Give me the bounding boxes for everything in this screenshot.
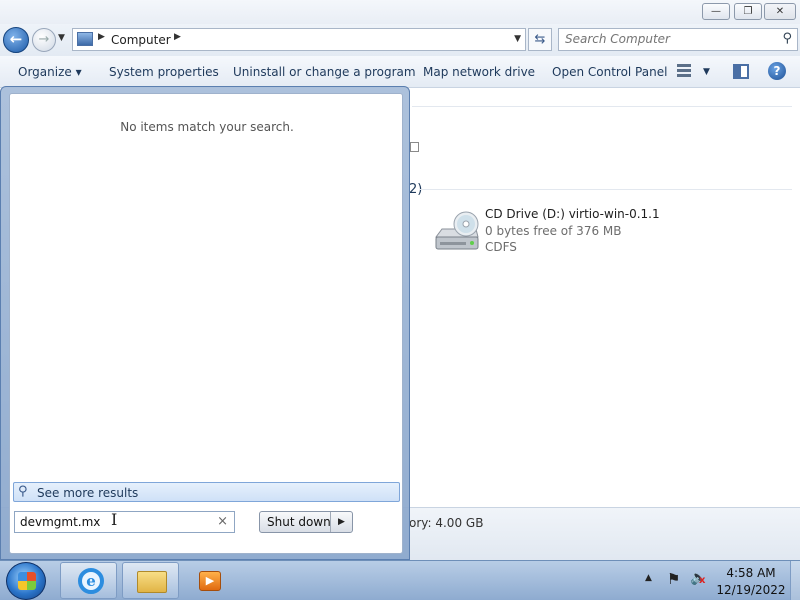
taskbar: e ▶ ▲ ⚑ 🔈 x 4:58 AM 12/19/2022 <box>0 560 800 600</box>
address-dropdown-icon[interactable]: ▼ <box>514 34 521 44</box>
taskbar-windows-explorer[interactable] <box>122 562 179 599</box>
shutdown-options-arrow[interactable]: ▶ <box>330 512 352 532</box>
group-checkbox[interactable] <box>410 142 419 152</box>
memory-info: ory: 4.00 GB <box>409 516 484 530</box>
group-divider <box>420 189 792 190</box>
recent-pages-dropdown[interactable]: ▼ <box>58 33 65 43</box>
address-bar[interactable]: ▶ Computer ▶ ▼ <box>72 28 526 51</box>
clock-time[interactable]: 4:58 AM <box>720 566 782 580</box>
uninstall-program-button[interactable]: Uninstall or change a program <box>233 65 416 79</box>
back-button[interactable]: ← <box>3 27 29 53</box>
forward-button[interactable]: → <box>32 28 56 52</box>
help-icon[interactable]: ? <box>768 62 786 80</box>
taskbar-internet-explorer[interactable]: e <box>60 562 117 599</box>
computer-icon <box>77 32 93 46</box>
show-desktop-button[interactable] <box>790 561 800 600</box>
shutdown-label: Shut down <box>267 515 331 529</box>
show-hidden-icons-button[interactable]: ▲ <box>645 573 652 583</box>
search-results-panel: No items match your search. ⚲ See more r… <box>9 93 403 554</box>
open-control-panel-button[interactable]: Open Control Panel <box>552 65 667 79</box>
search-input[interactable] <box>565 32 765 46</box>
see-more-results-label: See more results <box>37 486 139 500</box>
start-button[interactable] <box>6 562 46 600</box>
action-center-flag-icon[interactable]: ⚑ <box>667 570 680 588</box>
media-player-icon[interactable]: ▶ <box>199 571 221 591</box>
change-view-icon[interactable] <box>677 64 695 79</box>
see-more-results-link[interactable]: ⚲ See more results <box>13 482 400 502</box>
drive-free-space: 0 bytes free of 376 MB <box>485 224 622 238</box>
shutdown-button[interactable]: Shut down ▶ <box>259 511 353 533</box>
breadcrumb-computer[interactable]: Computer <box>111 33 171 47</box>
organize-button[interactable]: Organize ▾ <box>18 65 82 79</box>
start-search-input[interactable] <box>20 515 200 529</box>
no-results-message: No items match your search. <box>120 120 294 134</box>
mute-x-icon: x <box>699 575 706 586</box>
folder-icon <box>137 571 167 593</box>
window-caption: — ❐ ✕ <box>0 0 800 24</box>
search-icon: ⚲ <box>18 484 28 499</box>
view-options-dropdown[interactable]: ▼ <box>703 67 710 77</box>
start-search-box[interactable]: × <box>14 511 235 533</box>
windows-logo-icon <box>18 572 36 590</box>
preview-pane-icon[interactable] <box>733 64 749 79</box>
clear-search-icon[interactable]: × <box>217 514 228 529</box>
map-network-drive-button[interactable]: Map network drive <box>423 65 535 79</box>
navigation-bar: ← → ▼ ▶ Computer ▶ ▼ ⇆ ⚲ <box>0 24 800 56</box>
volume-muted-icon[interactable]: 🔈 x <box>690 570 707 586</box>
cd-drive-icon[interactable] <box>432 211 480 255</box>
clock-date[interactable]: 12/19/2022 <box>716 583 786 597</box>
text-cursor-icon: I <box>111 510 118 529</box>
system-properties-button[interactable]: System properties <box>109 65 219 79</box>
group-divider <box>412 106 792 107</box>
internet-explorer-icon: e <box>78 568 104 594</box>
start-menu: No items match your search. ⚲ See more r… <box>0 86 410 560</box>
breadcrumb-arrow-icon[interactable]: ▶ <box>98 32 105 42</box>
drive-name[interactable]: CD Drive (D:) virtio-win-0.1.1 <box>485 207 660 221</box>
restore-button[interactable]: ❐ <box>734 3 762 20</box>
search-box[interactable]: ⚲ <box>558 28 798 51</box>
search-icon[interactable]: ⚲ <box>782 31 792 46</box>
close-button[interactable]: ✕ <box>764 3 796 20</box>
command-bar: Organize ▾ System properties Uninstall o… <box>0 56 800 88</box>
refresh-button[interactable]: ⇆ <box>528 28 552 51</box>
minimize-button[interactable]: — <box>702 3 730 20</box>
breadcrumb-arrow-icon[interactable]: ▶ <box>174 32 181 42</box>
drive-filesystem: CDFS <box>485 240 517 254</box>
